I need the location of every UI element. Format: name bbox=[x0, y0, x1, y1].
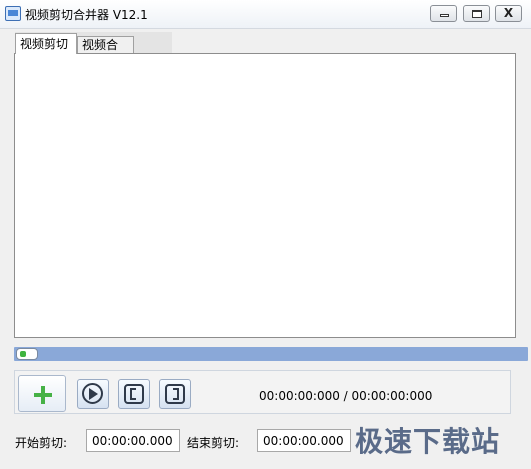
close-button[interactable]: X bbox=[495, 5, 522, 22]
title-bar: 视频剪切合并器 V12.1 X bbox=[0, 0, 531, 29]
mark-out-button[interactable] bbox=[159, 379, 191, 409]
tab-video-cut[interactable]: 视频剪切 bbox=[15, 33, 77, 54]
mark-in-button[interactable] bbox=[118, 379, 150, 409]
maximize-button[interactable] bbox=[463, 5, 490, 22]
close-icon: X bbox=[503, 6, 514, 20]
app-icon bbox=[5, 6, 21, 21]
start-cut-label: 开始剪切: bbox=[15, 436, 68, 450]
minimize-button[interactable] bbox=[430, 5, 457, 22]
minimize-icon bbox=[440, 14, 449, 17]
end-cut-input[interactable] bbox=[257, 429, 351, 452]
play-button[interactable] bbox=[77, 379, 109, 409]
window-title: 视频剪切合并器 V12.1 bbox=[25, 8, 148, 22]
seek-bar[interactable] bbox=[14, 347, 528, 361]
start-cut-input[interactable] bbox=[86, 429, 180, 452]
timecode-display: 00:00:00:000 / 00:00:00:000 bbox=[259, 389, 433, 403]
video-preview-area bbox=[14, 53, 516, 338]
seek-handle[interactable] bbox=[16, 348, 38, 360]
end-cut-label: 结束剪切: bbox=[187, 436, 240, 450]
tab-video-merge[interactable]: 视频合并 bbox=[77, 36, 134, 69]
maximize-icon bbox=[472, 10, 482, 18]
watermark-text: 极速下载站 bbox=[355, 425, 501, 458]
add-video-button[interactable] bbox=[18, 375, 66, 412]
